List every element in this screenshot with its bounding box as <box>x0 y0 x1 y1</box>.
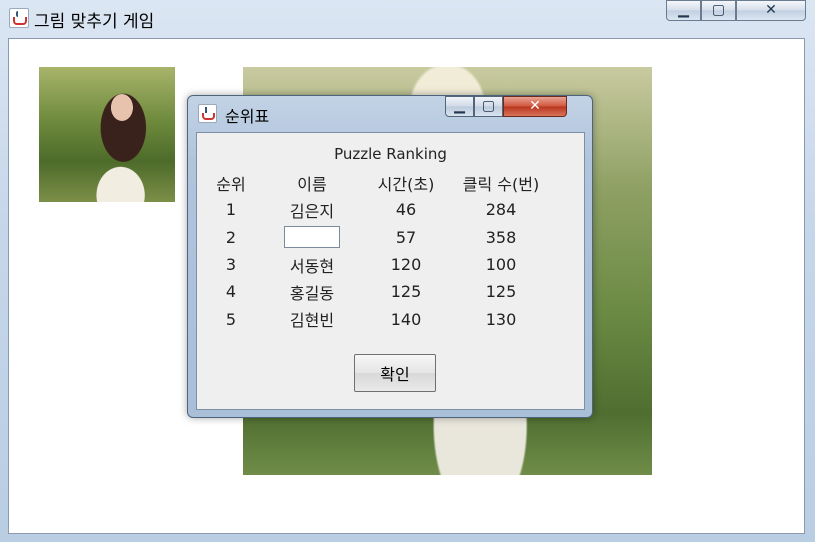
table-header: 순위 이름 시간(초) 클릭 수(번) <box>201 169 553 196</box>
close-icon: ✕ <box>529 98 541 114</box>
clicks-cell: 358 <box>485 227 517 247</box>
clicks-cell: 284 <box>485 200 517 220</box>
dialog-content: Puzzle Ranking 순위 이름 시간(초) 클릭 수(번) 1 김은지… <box>196 132 585 410</box>
name-cell: 김은지 <box>289 201 335 221</box>
minimize-icon: ▁ <box>678 2 689 18</box>
dialog-minimize-button[interactable]: ▁ <box>445 96 474 117</box>
column-header-name: 이름 <box>297 174 327 194</box>
dialog-close-button[interactable]: ✕ <box>503 96 567 117</box>
java-cup-icon <box>198 104 217 123</box>
time-cell: 46 <box>395 200 417 220</box>
name-cell: 서동현 <box>289 256 335 276</box>
window-title: 그림 맞추기 게임 <box>34 12 155 32</box>
table-row: 1 김은지 46 284 <box>201 196 553 223</box>
clicks-cell: 125 <box>485 282 517 302</box>
maximize-icon: ▢ <box>711 2 726 18</box>
table-row: 3 서동현 120 100 <box>201 251 553 278</box>
ranking-dialog: 순위표 ▁ ▢ ✕ Puzzle Ranking 순위 이름 시간(초) 클릭 … <box>187 95 593 418</box>
close-button[interactable]: ✕ <box>736 0 806 21</box>
maximize-button[interactable]: ▢ <box>701 0 736 21</box>
rank-cell: 5 <box>225 309 237 329</box>
ranking-table: 순위 이름 시간(초) 클릭 수(번) 1 김은지 46 284 2 57 35… <box>201 169 553 333</box>
minimize-button[interactable]: ▁ <box>666 0 701 21</box>
java-cup-icon <box>9 8 29 28</box>
close-icon: ✕ <box>765 2 777 18</box>
clicks-cell: 100 <box>485 255 517 275</box>
table-row: 5 김현빈 140 130 <box>201 305 553 332</box>
name-cell <box>261 224 363 251</box>
table-row: 2 57 358 <box>201 224 553 251</box>
clicks-cell: 130 <box>485 309 517 329</box>
time-cell: 125 <box>390 282 422 302</box>
table-row: 4 홍길동 125 125 <box>201 278 553 305</box>
minimize-icon: ▁ <box>454 98 465 114</box>
name-input[interactable] <box>284 226 340 249</box>
rank-cell: 4 <box>225 282 237 302</box>
column-header-rank: 순위 <box>216 174 246 194</box>
ranking-heading: Puzzle Ranking <box>334 145 447 163</box>
rank-cell: 2 <box>225 227 237 247</box>
time-cell: 120 <box>390 255 422 275</box>
name-cell: 홍길동 <box>289 283 335 303</box>
column-header-time: 시간(초) <box>377 174 435 194</box>
dialog-maximize-button[interactable]: ▢ <box>474 96 503 117</box>
rank-cell: 3 <box>225 255 237 275</box>
time-cell: 140 <box>390 309 422 329</box>
reference-thumbnail <box>39 67 175 202</box>
title-bar[interactable]: 그림 맞추기 게임 ▁ ▢ ✕ <box>0 0 815 36</box>
maximize-icon: ▢ <box>481 98 496 114</box>
time-cell: 57 <box>395 227 417 247</box>
column-header-clicks: 클릭 수(번) <box>462 174 540 194</box>
dialog-title: 순위표 <box>225 107 270 126</box>
rank-cell: 1 <box>225 200 237 220</box>
name-cell: 김현빈 <box>289 311 335 331</box>
ok-button[interactable]: 확인 <box>354 354 436 392</box>
